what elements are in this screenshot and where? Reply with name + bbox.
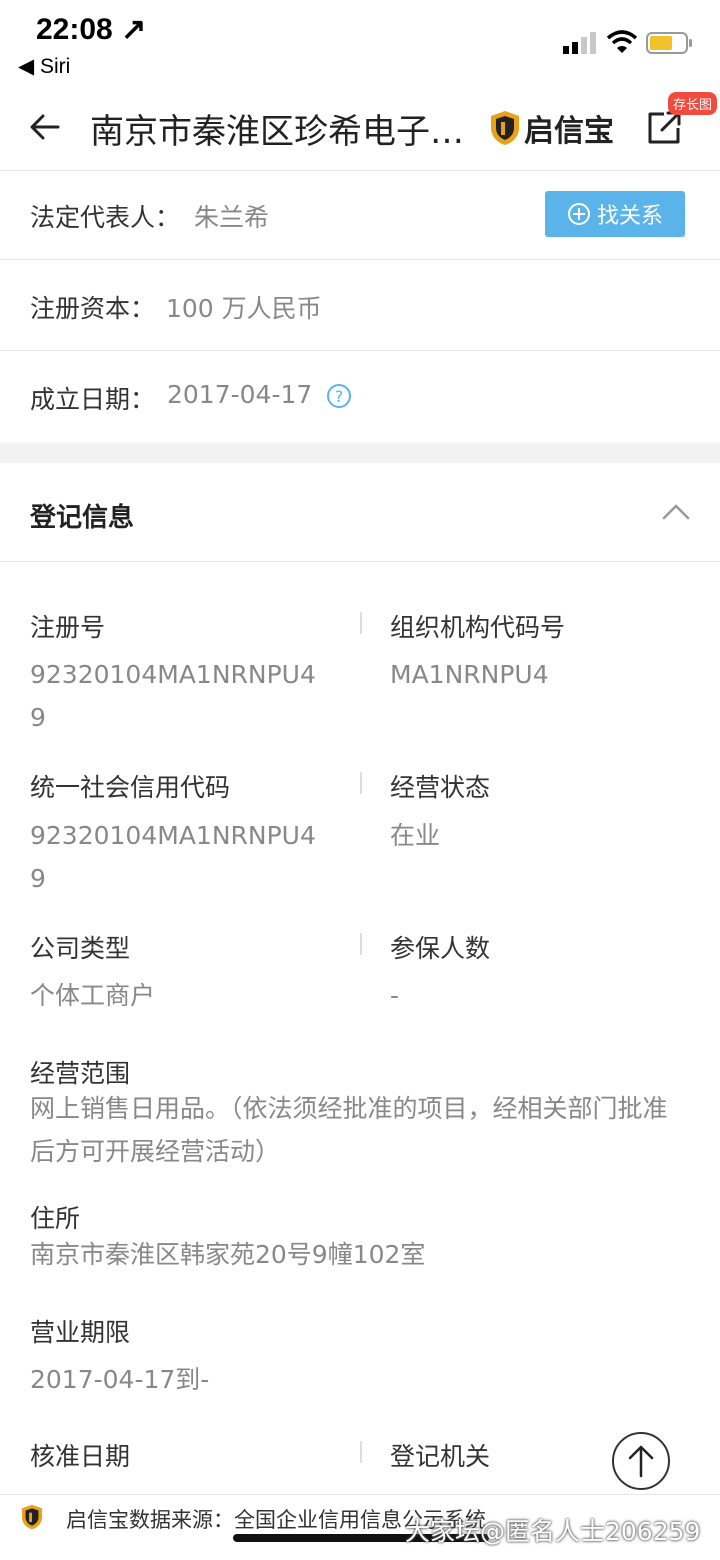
plus-circle-icon: [567, 203, 590, 225]
status-label: 经营状态: [390, 773, 491, 802]
page-title: 南京市秦淮区珍希电子…: [90, 112, 464, 152]
scope-label: 经营范围: [30, 1059, 131, 1088]
term-value: 2017-04-17到-: [30, 1365, 210, 1394]
capital-value: 100 万人民币: [166, 294, 322, 323]
column-divider: [360, 612, 362, 634]
back-to-app-link[interactable]: ◀ Siri: [18, 54, 70, 79]
founded-label: 成立日期：: [30, 385, 156, 414]
column-divider: [360, 933, 362, 955]
find-relation-label: 找关系: [596, 204, 663, 229]
authority-label: 登记机关: [390, 1442, 491, 1471]
credit-code-label: 统一社会信用代码: [30, 773, 231, 802]
insured-label: 参保人数: [390, 934, 491, 963]
watermark: 大家坛@匿名人士206259: [405, 1517, 701, 1546]
battery-icon: [646, 32, 694, 56]
wifi-icon: [606, 30, 638, 54]
company-type-label: 公司类型: [30, 934, 131, 963]
reg-no-value: 92320104MA1NRNPU4 9: [30, 660, 316, 732]
founded-value: 2017-04-17: [167, 380, 313, 409]
scope-value: 网上销售日用品。（依法须经批准的项目，经相关部门批准后方可开展经营活动）: [30, 1094, 668, 1166]
credit-code-value: 92320104MA1NRNPU4 9: [30, 821, 316, 893]
legal-rep-label: 法定代表人：: [30, 203, 181, 232]
signal-icon: [563, 32, 599, 54]
capital-label: 注册资本：: [30, 294, 156, 323]
term-label: 营业期限: [30, 1318, 131, 1347]
section-separator: [0, 443, 720, 463]
help-icon[interactable]: ?: [327, 384, 351, 408]
shield-logo-icon: [20, 1504, 44, 1530]
arrow-up-icon: [628, 1445, 654, 1478]
save-long-image-badge[interactable]: 存长图: [668, 92, 718, 115]
insured-value: -: [390, 981, 400, 1010]
scroll-to-top-button[interactable]: [612, 1432, 670, 1490]
registration-section-title: 登记信息: [30, 503, 135, 533]
org-code-value: MA1NRNPU4: [390, 660, 549, 689]
approval-date-label: 核准日期: [30, 1442, 131, 1471]
chevron-up-icon[interactable]: [662, 502, 690, 520]
org-code-label: 组织机构代码号: [390, 613, 566, 642]
legal-rep-value[interactable]: 朱兰希: [194, 198, 269, 234]
find-relation-button[interactable]: 找关系: [545, 191, 685, 237]
company-type-value: 个体工商户: [30, 981, 156, 1010]
brand-name: 启信宝: [524, 114, 614, 149]
address-label: 住所: [30, 1204, 81, 1233]
column-divider: [360, 772, 362, 794]
status-time: 22:08 ↗: [36, 13, 147, 46]
brand-logo: 启信宝: [490, 108, 614, 149]
status-value: 在业: [390, 821, 441, 850]
column-divider: [360, 1441, 362, 1463]
section-divider: [0, 561, 720, 562]
reg-no-label: 注册号: [30, 613, 106, 642]
shield-logo-icon: [491, 111, 519, 145]
back-arrow-icon[interactable]: [28, 110, 62, 144]
address-value[interactable]: 南京市秦淮区韩家苑20号9幢102室: [30, 1233, 425, 1276]
